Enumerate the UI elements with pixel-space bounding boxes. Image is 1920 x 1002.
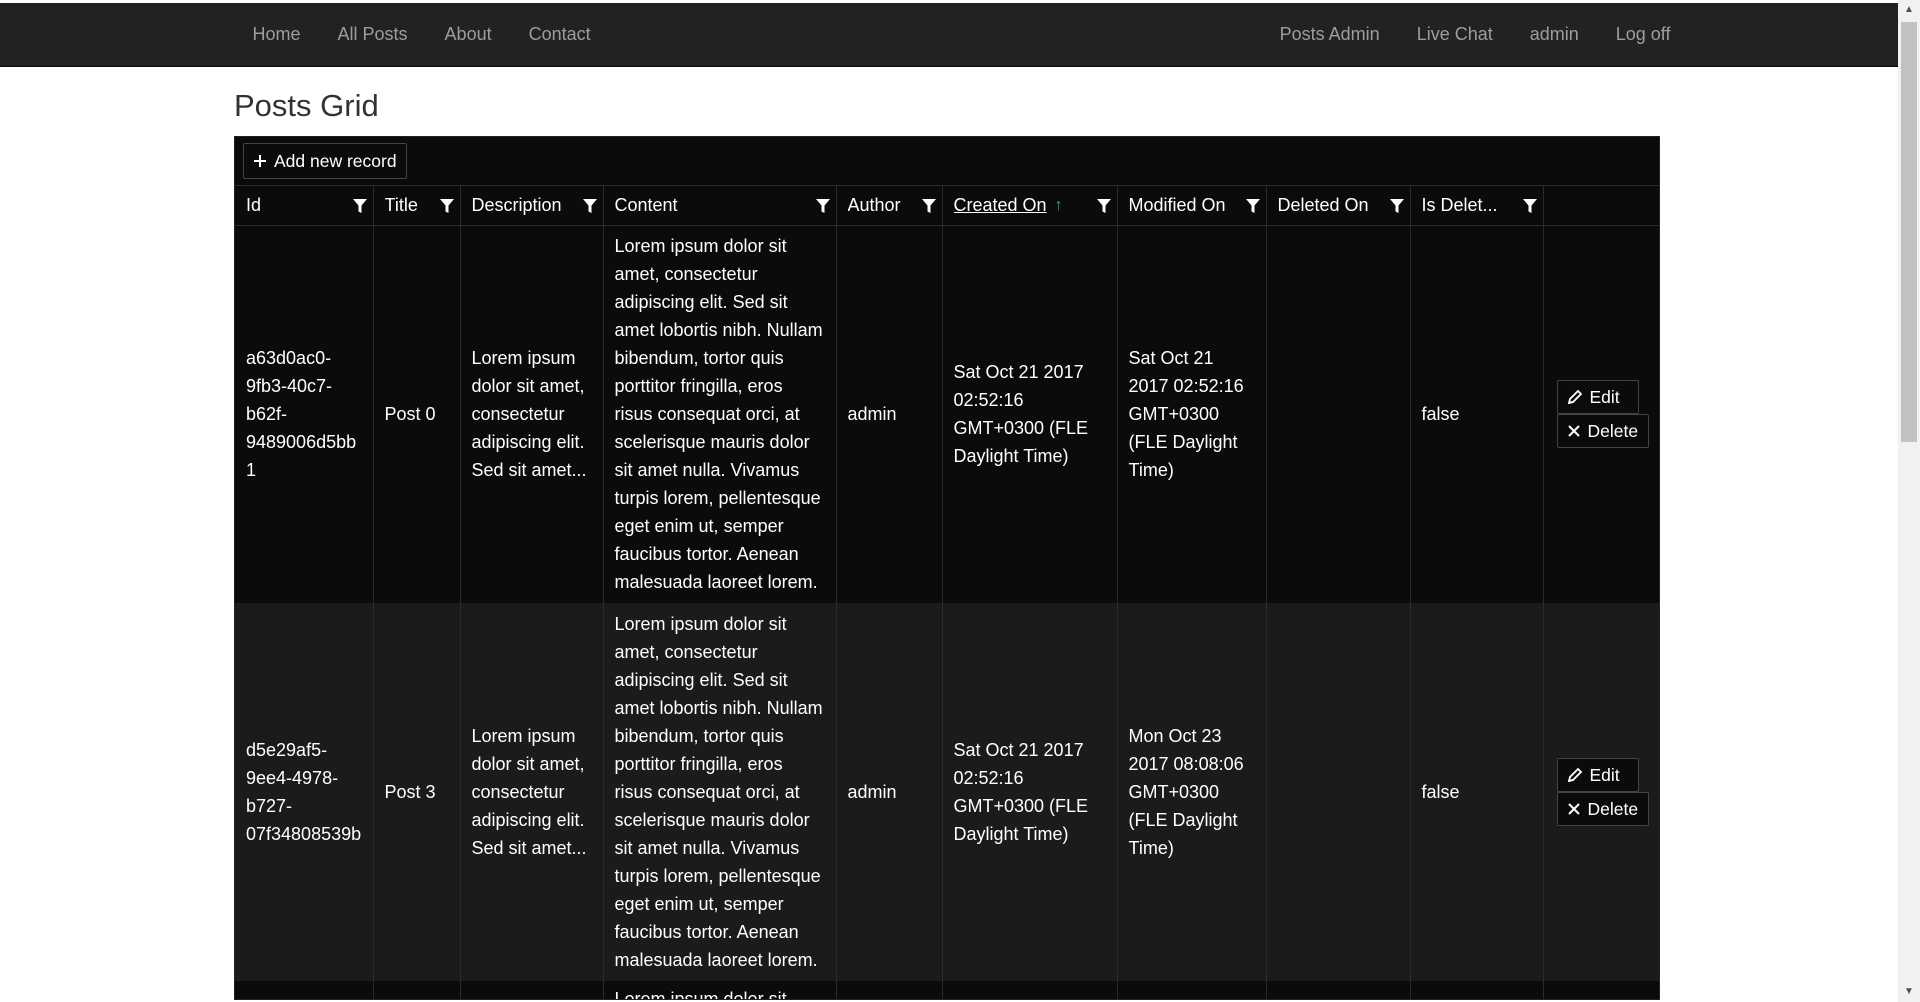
cell-title — [373, 981, 461, 999]
delete-button[interactable]: Delete — [1556, 792, 1649, 826]
cell-author — [836, 981, 943, 999]
cell-deleted-on — [1266, 225, 1411, 603]
pencil-icon — [1567, 767, 1583, 783]
cell-content: Lorem ipsum dolor sit amet, consectetur … — [603, 225, 837, 603]
cell-author: admin — [836, 225, 943, 603]
grid-toolbar: Add new record — [235, 137, 1659, 186]
cell-commands: Edit Delete — [1543, 603, 1659, 981]
cell-commands: Edit Delete — [1543, 225, 1659, 603]
cell-deleted-on — [1266, 981, 1411, 999]
cell-id: d5e29af5-9ee4-4978-b727-07f34808539b — [235, 603, 374, 981]
cell-modified-on: Mon Oct 23 2017 08:08:06 GMT+0300 (FLE D… — [1117, 603, 1267, 981]
cell-title: Post 0 — [373, 225, 461, 603]
cell-is-deleted: false — [1410, 225, 1544, 603]
table-row: a63d0ac0-9fb3-40c7-b62f-9489006d5bb1 Pos… — [235, 225, 1659, 603]
column-header-modified-on[interactable]: Modified On — [1117, 186, 1267, 226]
cell-is-deleted: false — [1410, 603, 1544, 981]
nav-posts-admin[interactable]: Posts Admin — [1261, 3, 1398, 66]
column-header-created-on[interactable]: Created On ↑ — [942, 186, 1118, 226]
add-new-record-label: Add new record — [274, 150, 397, 171]
cell-modified-on: Sat Oct 21 2017 02:52:16 GMT+0300 (FLE D… — [1117, 225, 1267, 603]
filter-icon[interactable] — [1095, 197, 1113, 215]
filter-icon[interactable] — [581, 197, 599, 215]
filter-icon[interactable] — [1521, 197, 1539, 215]
cell-modified-on — [1117, 981, 1267, 999]
cell-title: Post 3 — [373, 603, 461, 981]
page-title: Posts Grid — [234, 88, 379, 123]
cell-id — [235, 981, 374, 999]
cell-created-on: Sat Oct 21 2017 02:52:16 GMT+0300 (FLE D… — [942, 225, 1118, 603]
cell-commands — [1543, 981, 1659, 999]
sort-asc-icon: ↑ — [1054, 197, 1063, 215]
filter-icon[interactable] — [438, 197, 456, 215]
nav-user-admin[interactable]: admin — [1511, 3, 1597, 66]
table-row: Lorem ipsum dolor sit — [235, 981, 1659, 999]
filter-icon[interactable] — [351, 197, 369, 215]
vertical-scrollbar[interactable]: ▲ ▼ — [1898, 0, 1920, 1002]
nav-about[interactable]: About — [426, 3, 510, 66]
cell-id: a63d0ac0-9fb3-40c7-b62f-9489006d5bb1 — [235, 225, 374, 603]
header-row: Id Title Description Content Author Crea… — [235, 186, 1659, 226]
edit-button[interactable]: Edit — [1556, 380, 1639, 415]
pencil-icon — [1567, 389, 1583, 405]
nav-live-chat[interactable]: Live Chat — [1398, 3, 1511, 66]
cell-created-on — [942, 981, 1118, 999]
vertical-scroll-thumb[interactable] — [1901, 22, 1917, 442]
column-header-content[interactable]: Content — [603, 186, 837, 226]
scroll-up-icon[interactable]: ▲ — [1898, 0, 1920, 20]
nav-left: Home All Posts About Contact — [234, 3, 609, 66]
column-header-id[interactable]: Id — [235, 186, 374, 226]
filter-icon[interactable] — [1244, 197, 1262, 215]
cell-description: Lorem ipsum dolor sit amet, consectetur … — [460, 603, 604, 981]
column-header-commands — [1543, 186, 1659, 226]
column-header-is-deleted[interactable]: Is Delet... — [1410, 186, 1544, 226]
table-row: d5e29af5-9ee4-4978-b727-07f34808539b Pos… — [235, 603, 1659, 981]
column-header-description[interactable]: Description — [460, 186, 604, 226]
cell-created-on: Sat Oct 21 2017 02:52:16 GMT+0300 (FLE D… — [942, 603, 1118, 981]
nav-home[interactable]: Home — [234, 3, 319, 66]
nav-log-off[interactable]: Log off — [1597, 3, 1689, 66]
grid-table: Id Title Description Content Author Crea… — [235, 186, 1659, 999]
delete-button[interactable]: Delete — [1556, 414, 1649, 449]
close-icon — [1567, 802, 1581, 816]
filter-icon[interactable] — [920, 197, 938, 215]
cell-author: admin — [836, 603, 943, 981]
cell-description: Lorem ipsum dolor sit amet, consectetur … — [460, 225, 604, 603]
column-header-title[interactable]: Title — [373, 186, 461, 226]
filter-icon[interactable] — [1388, 197, 1406, 215]
add-new-record-button[interactable]: Add new record — [243, 143, 407, 179]
plus-icon — [253, 154, 267, 168]
nav-contact[interactable]: Contact — [510, 3, 609, 66]
delete-label: Delete — [1587, 798, 1639, 819]
edit-label: Edit — [1589, 764, 1620, 785]
cell-content: Lorem ipsum dolor sit — [603, 981, 837, 999]
cell-content: Lorem ipsum dolor sit amet, consectetur … — [603, 603, 837, 981]
edit-button[interactable]: Edit — [1556, 758, 1639, 792]
nav-all-posts[interactable]: All Posts — [319, 3, 426, 66]
scroll-down-icon[interactable]: ▼ — [1898, 982, 1920, 1002]
column-header-deleted-on[interactable]: Deleted On — [1266, 186, 1411, 226]
navbar: Home All Posts About Contact Posts Admin… — [0, 3, 1898, 67]
nav-right: Posts Admin Live Chat admin Log off — [1261, 3, 1689, 66]
cell-deleted-on — [1266, 603, 1411, 981]
browser-viewport: Home All Posts About Contact Posts Admin… — [0, 0, 1898, 1000]
column-header-author[interactable]: Author — [836, 186, 943, 226]
close-icon — [1567, 424, 1581, 438]
filter-icon[interactable] — [814, 197, 832, 215]
cell-is-deleted — [1410, 981, 1544, 999]
edit-label: Edit — [1589, 386, 1620, 407]
delete-label: Delete — [1587, 420, 1639, 441]
cell-description — [460, 981, 604, 999]
posts-grid: Add new record Id Title Description Cont… — [234, 136, 1660, 1000]
